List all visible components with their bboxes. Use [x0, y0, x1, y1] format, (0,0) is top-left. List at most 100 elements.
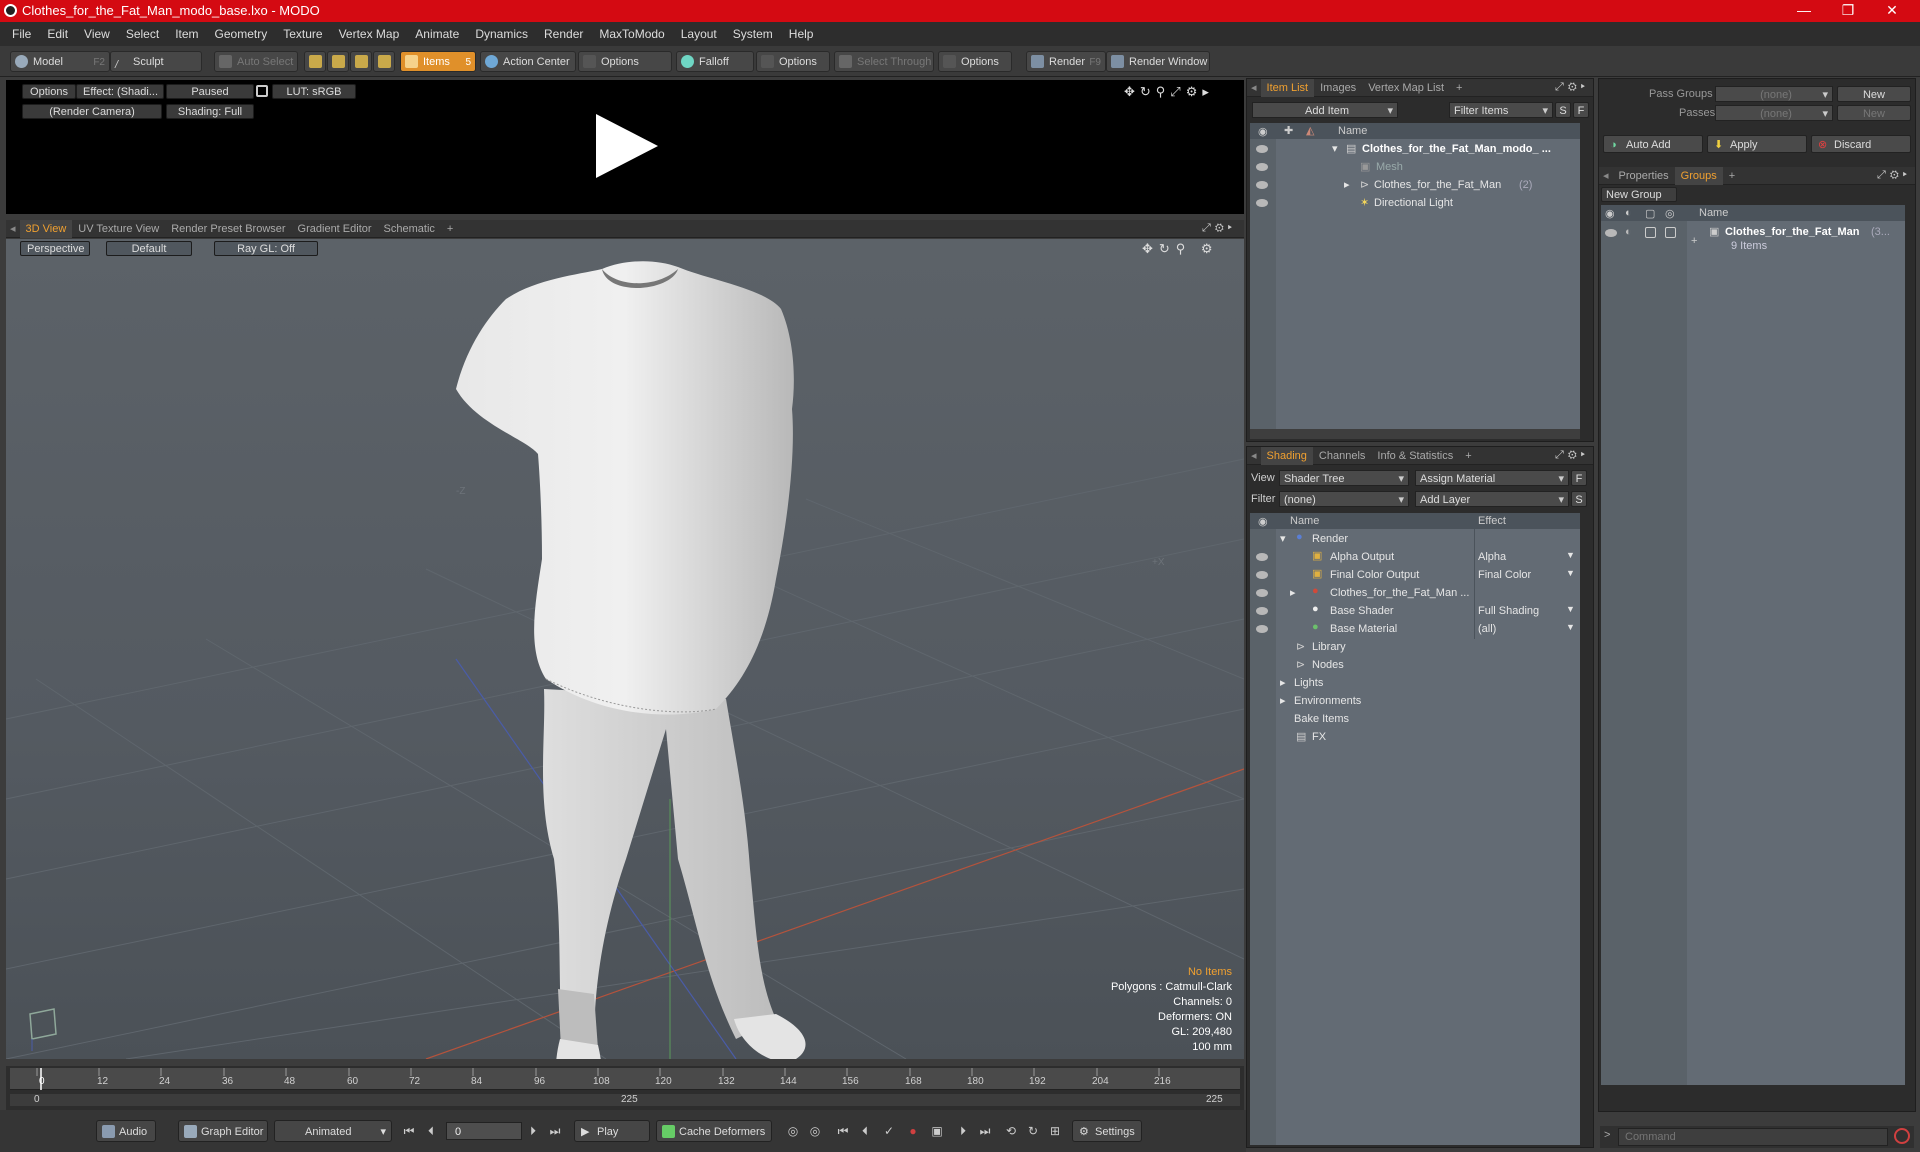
close-button[interactable]: ✕: [1870, 0, 1914, 22]
group-row[interactable]: ◐ + ▣ Clothes_for_the_Fat_Man (3... 9 It…: [1601, 225, 1905, 255]
materials-mode-button[interactable]: [373, 51, 395, 72]
add-tab-button[interactable]: +: [1459, 447, 1477, 465]
perspective-dropdown[interactable]: Perspective: [20, 241, 90, 256]
next-key-icon[interactable]: ⏵: [956, 1124, 970, 1138]
assign-material-button[interactable]: Assign Material: [1415, 470, 1569, 486]
visibility-eye-icon[interactable]: [1605, 229, 1617, 237]
animated-dropdown[interactable]: Animated ▾: [274, 1120, 392, 1142]
shading-dropdown[interactable]: Shading: Full: [166, 104, 254, 119]
menu-texture[interactable]: Texture: [275, 22, 330, 46]
tree-row-group[interactable]: ▸ ⊳ Clothes_for_the_Fat_Man (2): [1250, 177, 1580, 193]
shader-row-lights[interactable]: ▸ Lights: [1250, 675, 1580, 691]
preview-options-button[interactable]: Options: [22, 84, 76, 99]
maximize-button[interactable]: ❐: [1826, 0, 1870, 22]
model-mode-button[interactable]: Model F2: [10, 51, 110, 72]
lock-checkbox[interactable]: [1645, 227, 1656, 238]
tab-groups[interactable]: Groups: [1674, 167, 1723, 185]
effect-value[interactable]: Alpha: [1478, 551, 1506, 563]
menu-select[interactable]: Select: [118, 22, 167, 46]
command-input[interactable]: [1618, 1128, 1888, 1146]
filter-s-button[interactable]: S: [1555, 102, 1571, 118]
menu-render[interactable]: Render: [536, 22, 591, 46]
tab-render-preset-browser[interactable]: Render Preset Browser: [165, 220, 291, 238]
visibility-eye-icon[interactable]: [1256, 145, 1268, 153]
effect-dropdown-arrow-icon[interactable]: ▼: [1566, 604, 1575, 614]
discard-button[interactable]: ⊗ Discard: [1811, 135, 1911, 153]
polygons-mode-button[interactable]: [350, 51, 372, 72]
visibility-eye-icon[interactable]: [1256, 163, 1268, 171]
shader-row-material-group[interactable]: ▸ ● Clothes_for_the_Fat_Man ...: [1250, 585, 1580, 601]
shader-row-fx[interactable]: ▤ FX: [1250, 729, 1580, 745]
settings-button[interactable]: ⚙ Settings: [1072, 1120, 1142, 1142]
auto-key-icon[interactable]: ▣: [930, 1124, 944, 1138]
lut-dropdown[interactable]: LUT: sRGB: [272, 84, 356, 99]
lock-icon[interactable]: [256, 85, 268, 97]
visibility-eye-icon[interactable]: [1256, 571, 1268, 579]
menu-animate[interactable]: Animate: [407, 22, 467, 46]
effect-dropdown-arrow-icon[interactable]: ▼: [1566, 622, 1575, 632]
go-to-start-icon[interactable]: ⏮: [402, 1124, 416, 1138]
play-icon[interactable]: [592, 110, 662, 182]
menu-help[interactable]: Help: [781, 22, 822, 46]
groups-tree[interactable]: ◉ ◐ ▢ ◎ Name ◐ + ▣ Clothes_for_the_Fat_M…: [1601, 205, 1905, 1085]
add-tab-button[interactable]: +: [1723, 167, 1741, 185]
prev-keyframe-icon[interactable]: ⏮: [836, 1124, 850, 1138]
visibility-eye-icon[interactable]: [1256, 607, 1268, 615]
keyframe-icon[interactable]: ✓: [882, 1124, 896, 1138]
pass-groups-dropdown[interactable]: (none): [1715, 86, 1833, 102]
falloff-button[interactable]: Falloff: [676, 51, 754, 72]
tab-info-statistics[interactable]: Info & Statistics: [1371, 447, 1459, 465]
raygl-toggle[interactable]: Ray GL: Off: [214, 241, 318, 256]
shader-row-alpha-output[interactable]: ▣ Alpha Output Alpha ▼: [1250, 549, 1580, 565]
select-checkbox[interactable]: [1665, 227, 1676, 238]
render-toggle-icon[interactable]: ◐: [1625, 226, 1632, 238]
frame-field[interactable]: 0: [446, 1122, 522, 1140]
next-keyframe-icon[interactable]: ⏭: [978, 1124, 992, 1138]
shader-row-environments[interactable]: ▸ Environments: [1250, 693, 1580, 709]
visibility-eye-icon[interactable]: [1256, 625, 1268, 633]
menu-file[interactable]: File: [0, 22, 39, 46]
menu-vertex-map[interactable]: Vertex Map: [331, 22, 408, 46]
visibility-eye-icon[interactable]: [1256, 199, 1268, 207]
action-center-button[interactable]: Action Center: [480, 51, 576, 72]
tab-vertex-map-list[interactable]: Vertex Map List: [1362, 79, 1450, 97]
effect-value[interactable]: (all): [1478, 623, 1496, 635]
expand-arrow-icon[interactable]: ▾: [1332, 142, 1338, 155]
record-icon[interactable]: ●: [906, 1124, 920, 1138]
refresh-icon[interactable]: ↻: [1026, 1124, 1040, 1138]
shader-row-base-shader[interactable]: ● Base Shader Full Shading ▼: [1250, 603, 1580, 619]
prev-key-icon[interactable]: ⏴: [858, 1124, 872, 1138]
preview-pause-button[interactable]: Paused: [166, 84, 254, 99]
auto-add-button[interactable]: ◑ Auto Add: [1603, 135, 1703, 153]
tab-shading[interactable]: Shading: [1260, 447, 1313, 465]
visibility-eye-icon[interactable]: [1256, 181, 1268, 189]
viewport-nav-icons[interactable]: ✥↻⚲ ⚙: [1142, 241, 1219, 257]
tab-schematic[interactable]: Schematic: [378, 220, 441, 238]
add-tab-button[interactable]: +: [1450, 79, 1468, 97]
tab-uv-texture-view[interactable]: UV Texture View: [72, 220, 165, 238]
groups-panel-icons[interactable]: ⤢⚙▸: [1877, 169, 1911, 182]
go-to-end-icon[interactable]: ⏭: [548, 1124, 562, 1138]
menu-maxtomodo[interactable]: MaxToModo: [591, 22, 672, 46]
tab-gradient-editor[interactable]: Gradient Editor: [292, 220, 378, 238]
render-camera-dropdown[interactable]: (Render Camera): [22, 104, 162, 119]
collapse-arrow-icon[interactable]: ▸: [1344, 178, 1350, 191]
tree-row-scene[interactable]: ▾ ▤ Clothes_for_the_Fat_Man_modo_ ...: [1250, 141, 1580, 157]
shader-row-final-color[interactable]: ▣ Final Color Output Final Color ▼: [1250, 567, 1580, 583]
preview-effect-dropdown[interactable]: Effect: (Shadi...: [76, 84, 164, 99]
effect-dropdown-arrow-icon[interactable]: ▼: [1566, 550, 1575, 560]
shading-panel-icons[interactable]: ⤢⚙▸: [1555, 449, 1589, 462]
item-list-panel-icons[interactable]: ⤢⚙▸: [1555, 81, 1589, 94]
effect-value[interactable]: Final Color: [1478, 569, 1531, 581]
collapse-arrow-icon[interactable]: ▸: [1280, 676, 1286, 689]
collapse-arrow-icon[interactable]: ▸: [1280, 694, 1286, 707]
vertices-mode-button[interactable]: [304, 51, 326, 72]
tab-images[interactable]: Images: [1314, 79, 1362, 97]
add-layer-dropdown[interactable]: Add Layer: [1415, 491, 1569, 507]
apply-button[interactable]: ⬇ Apply: [1707, 135, 1807, 153]
record-macro-icon[interactable]: [1894, 1128, 1910, 1144]
tab-channels[interactable]: Channels: [1313, 447, 1371, 465]
cache-deformers-button[interactable]: Cache Deformers: [656, 1120, 772, 1142]
key-tool-icon[interactable]: ◎: [786, 1124, 800, 1138]
menu-item[interactable]: Item: [167, 22, 206, 46]
